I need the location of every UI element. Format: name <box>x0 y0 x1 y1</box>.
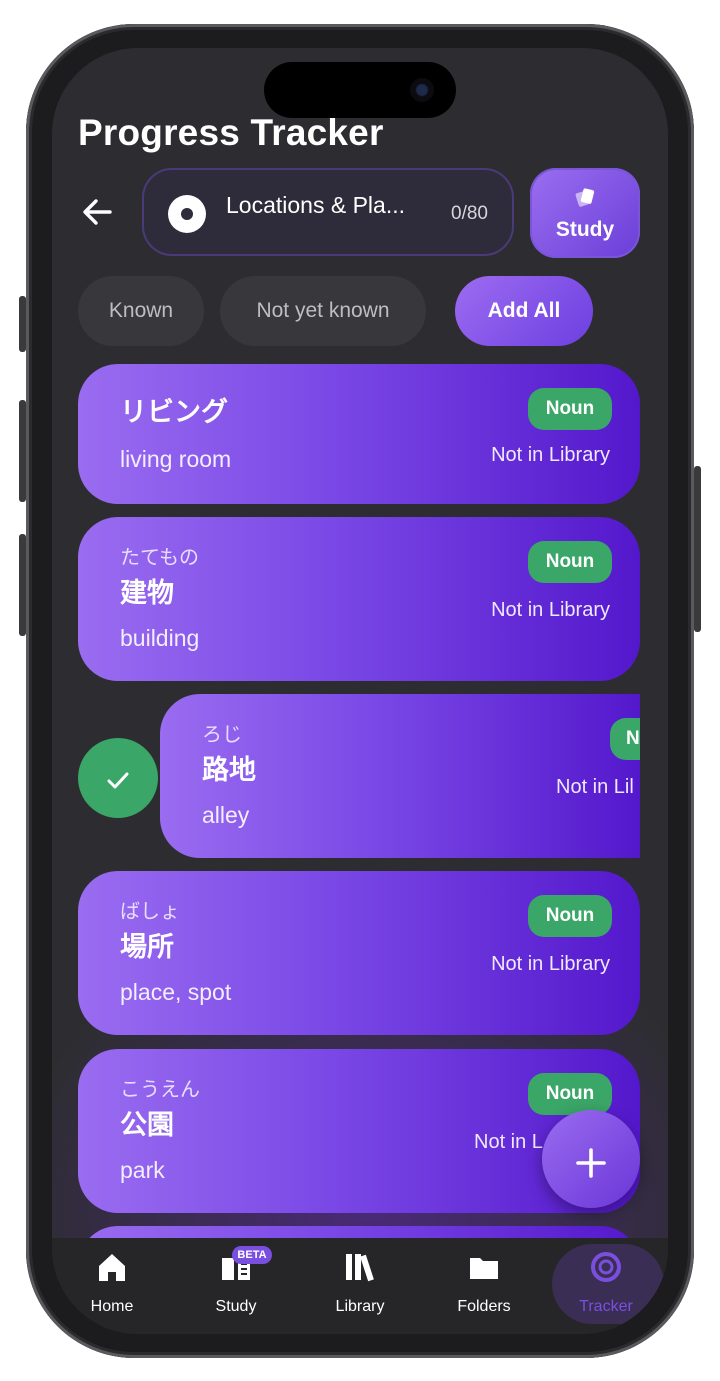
card-reading: こうえん <box>120 1077 200 1101</box>
library-status: Not in Library <box>491 599 610 621</box>
library-icon <box>346 1254 374 1282</box>
app-screen: Progress Tracker Locations & Pla... 0/80… <box>52 48 668 1334</box>
tab-library[interactable]: Library <box>300 1238 420 1334</box>
deck-name: Locations & Pla... <box>226 192 405 218</box>
library-status: Not in L <box>474 1131 543 1153</box>
tab-label: Home <box>90 1298 134 1315</box>
card-meaning: alley <box>202 802 250 828</box>
card-meaning: building <box>120 625 200 651</box>
tracker-ring-icon <box>591 1252 621 1282</box>
part-of-speech-badge: Noun <box>528 895 612 937</box>
library-status: Not in Lil <box>556 776 634 798</box>
card-word: 建物 <box>120 578 174 609</box>
part-of-speech-badge: N <box>610 718 640 760</box>
arrow-left-icon <box>83 199 112 225</box>
phone-volume-up <box>19 400 26 502</box>
deck-count: 0/80 <box>451 203 488 224</box>
back-button[interactable] <box>78 192 118 232</box>
card-word: 公園 <box>120 1110 174 1141</box>
tab-home[interactable]: Home <box>52 1238 172 1334</box>
tab-label: Folders <box>457 1298 511 1315</box>
card-reading: たてもの <box>120 545 199 569</box>
add-word-button[interactable] <box>542 1110 640 1208</box>
word-card[interactable]: たてもの 建物 building Noun Not in Library <box>78 517 640 681</box>
tab-folders[interactable]: Folders <box>424 1238 544 1334</box>
phone-power-button <box>694 466 701 632</box>
tab-label: Library <box>335 1298 385 1315</box>
folder-icon <box>470 1258 498 1279</box>
phone-volume-down <box>19 534 26 636</box>
word-card[interactable]: ばしょ 場所 place, spot Noun Not in Library <box>78 871 640 1035</box>
card-meaning: park <box>120 1157 165 1183</box>
card-meaning: living room <box>120 446 232 472</box>
tab-label: Study <box>215 1298 257 1315</box>
progress-ring-icon <box>168 195 206 233</box>
checkmark-icon <box>107 772 129 788</box>
deck-selector[interactable]: Locations & Pla... 0/80 <box>142 168 514 256</box>
study-button-label: Study <box>555 218 615 241</box>
mark-known-button[interactable] <box>78 738 158 818</box>
phone-side-button <box>19 296 26 352</box>
add-all-button[interactable]: Add All <box>455 276 593 346</box>
beta-badge: BETA <box>232 1246 272 1264</box>
card-reading: ろじ <box>202 722 242 746</box>
cards-icon <box>575 188 595 207</box>
card-word: 路地 <box>202 755 256 786</box>
part-of-speech-badge: Noun <box>528 1073 612 1115</box>
word-card[interactable]: リビング living room Noun Not in Library <box>78 364 640 504</box>
library-status: Not in Library <box>491 444 610 466</box>
filter-not-yet-known[interactable]: Not yet known <box>220 276 426 346</box>
home-icon <box>99 1254 125 1281</box>
dynamic-island <box>264 62 456 118</box>
word-card-swiped[interactable]: ろじ 路地 alley N Not in Lil <box>160 694 640 858</box>
bottom-tab-bar: Home Study BETA Library Folders Tracker <box>52 1238 668 1334</box>
part-of-speech-badge: Noun <box>528 388 612 430</box>
card-word: 場所 <box>120 932 174 963</box>
card-word: リビング <box>120 397 228 428</box>
part-of-speech-badge: Noun <box>528 541 612 583</box>
study-button[interactable]: Study <box>530 168 640 258</box>
page-title: Progress Tracker <box>78 112 384 153</box>
plus-icon <box>576 1147 606 1178</box>
card-meaning: place, spot <box>120 979 232 1005</box>
tab-tracker[interactable]: Tracker <box>546 1238 666 1334</box>
library-status: Not in Library <box>491 953 610 975</box>
filter-known[interactable]: Known <box>78 276 204 346</box>
tab-label: Tracker <box>579 1298 633 1315</box>
card-reading: ばしょ <box>120 899 180 923</box>
camera-icon <box>410 78 434 102</box>
